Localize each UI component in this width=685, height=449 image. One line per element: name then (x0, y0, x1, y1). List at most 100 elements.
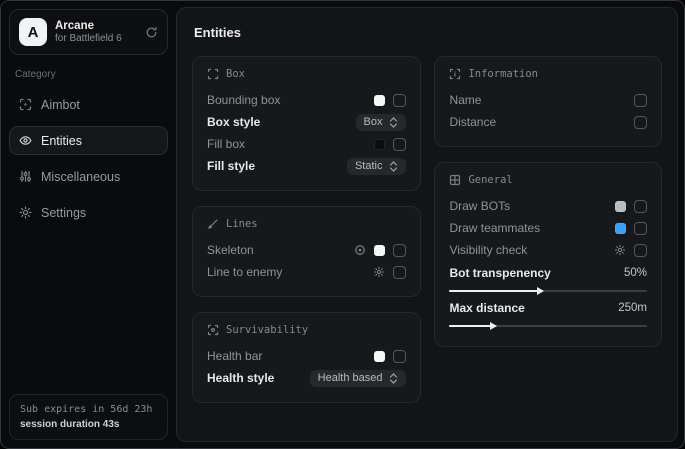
card-columns: Box Bounding box Box style Box (192, 56, 662, 403)
bounding-box-checkbox[interactable] (393, 94, 406, 107)
focus-circle-icon[interactable] (354, 244, 366, 256)
info-brackets-icon (449, 68, 461, 80)
sub-expiry-text: Sub expires in 56d 23h (20, 402, 157, 417)
health-bar-checkbox[interactable] (393, 350, 406, 363)
sliders-icon (19, 170, 32, 183)
eye-icon (19, 134, 32, 147)
setting-row-name: Name (449, 89, 647, 111)
setting-label: Health bar (207, 349, 262, 363)
gear-icon[interactable] (614, 244, 626, 256)
setting-row-visibility-check: Visibility check (449, 239, 647, 261)
app-name: Arcane (55, 19, 137, 33)
row-controls (614, 244, 647, 257)
row-controls (354, 244, 406, 257)
session-duration-text: session duration 43s (20, 417, 157, 432)
information-card-header: Information (449, 68, 647, 80)
color-swatch[interactable] (374, 95, 385, 106)
card-title: Information (468, 68, 538, 80)
health-style-dropdown[interactable]: Health based (310, 370, 407, 387)
setting-row-skeleton: Skeleton (207, 239, 406, 261)
setting-label: Name (449, 93, 481, 107)
sidebar: A Arcane for Battlefield 6 Category (1, 1, 176, 448)
draw-teammates-checkbox[interactable] (634, 222, 647, 235)
slider-fill[interactable] (449, 290, 538, 292)
visibility-check-checkbox[interactable] (634, 244, 647, 257)
row-controls (615, 200, 647, 213)
sidebar-item-aimbot[interactable]: Aimbot (9, 90, 168, 119)
setting-label: Skeleton (207, 243, 254, 257)
refresh-icon[interactable] (145, 26, 158, 39)
slider-value: 250m (618, 302, 647, 314)
card-title: Box (226, 68, 245, 80)
sidebar-item-miscellaneous[interactable]: Miscellaneous (9, 162, 168, 191)
card-title: General (468, 174, 512, 186)
slider-head: Max distance 250m (449, 298, 647, 318)
draw-bots-checkbox[interactable] (634, 200, 647, 213)
setting-label: Bounding box (207, 93, 280, 107)
sidebar-item-settings[interactable]: Settings (9, 198, 168, 227)
setting-row-health-style: Health style Health based (207, 367, 406, 389)
row-controls (374, 138, 406, 151)
survivability-card-header: Survivability (207, 324, 406, 336)
page-title: Entities (194, 25, 660, 40)
setting-label: Fill box (207, 137, 245, 151)
setting-row-line-to-enemy: Line to enemy (207, 261, 406, 283)
dropdown-value: Static (355, 160, 383, 172)
information-card: Information Name Distance (434, 56, 662, 147)
gear-icon[interactable] (373, 266, 385, 278)
lines-card-header: Lines (207, 218, 406, 230)
max-distance-slider[interactable] (449, 325, 647, 327)
app-window: A Arcane for Battlefield 6 Category (0, 0, 685, 449)
general-card-header: General (449, 174, 647, 186)
chevron-up-down-icon (389, 373, 398, 384)
setting-label: Max distance (449, 301, 524, 315)
skeleton-checkbox[interactable] (393, 244, 406, 257)
app-subtitle: for Battlefield 6 (55, 33, 137, 46)
slider-value: 50% (624, 267, 647, 279)
setting-row-health-bar: Health bar (207, 345, 406, 367)
setting-row-bounding-box: Bounding box (207, 89, 406, 111)
gear-icon (19, 206, 32, 219)
survivability-card: Survivability Health bar Health style He… (192, 312, 421, 403)
color-swatch[interactable] (374, 245, 385, 256)
name-checkbox[interactable] (634, 94, 647, 107)
setting-label: Health style (207, 371, 274, 385)
main-panel: Entities Box Bounding box (176, 7, 678, 442)
bot-transparency-slider[interactable] (449, 290, 647, 292)
setting-label: Visibility check (449, 243, 527, 257)
row-controls (615, 222, 647, 235)
sidebar-item-label: Miscellaneous (41, 170, 120, 184)
setting-label: Box style (207, 115, 260, 129)
color-swatch[interactable] (374, 351, 385, 362)
setting-row-distance: Distance (449, 111, 647, 133)
color-swatch[interactable] (374, 139, 385, 150)
row-controls (374, 94, 406, 107)
dropdown-value: Health based (318, 372, 383, 384)
setting-label: Draw teammates (449, 221, 540, 235)
setting-label: Bot transpenency (449, 266, 550, 280)
scan-brackets-icon (207, 68, 219, 80)
color-swatch[interactable] (615, 223, 626, 234)
category-label: Category (9, 69, 168, 80)
bot-transparency-setting: Bot transpenency 50% (449, 263, 647, 292)
brand-text: Arcane for Battlefield 6 (55, 19, 137, 46)
max-distance-setting: Max distance 250m (449, 298, 647, 327)
line-to-enemy-checkbox[interactable] (393, 266, 406, 279)
setting-label: Draw BOTs (449, 199, 510, 213)
box-style-dropdown[interactable]: Box (356, 114, 407, 131)
box-card-header: Box (207, 68, 406, 80)
row-controls (373, 266, 406, 279)
dropdown-value: Box (364, 116, 383, 128)
brand-card: A Arcane for Battlefield 6 (9, 9, 168, 55)
left-column: Box Bounding box Box style Box (192, 56, 421, 403)
fill-box-checkbox[interactable] (393, 138, 406, 151)
distance-checkbox[interactable] (634, 116, 647, 129)
slider-fill[interactable] (449, 325, 490, 327)
setting-label: Distance (449, 115, 496, 129)
color-swatch[interactable] (615, 201, 626, 212)
general-card: General Draw BOTs Draw teammates (434, 162, 662, 347)
sidebar-item-entities[interactable]: Entities (9, 126, 168, 155)
card-title: Survivability (226, 324, 308, 336)
fill-style-dropdown[interactable]: Static (347, 158, 407, 175)
setting-row-box-style: Box style Box (207, 111, 406, 133)
